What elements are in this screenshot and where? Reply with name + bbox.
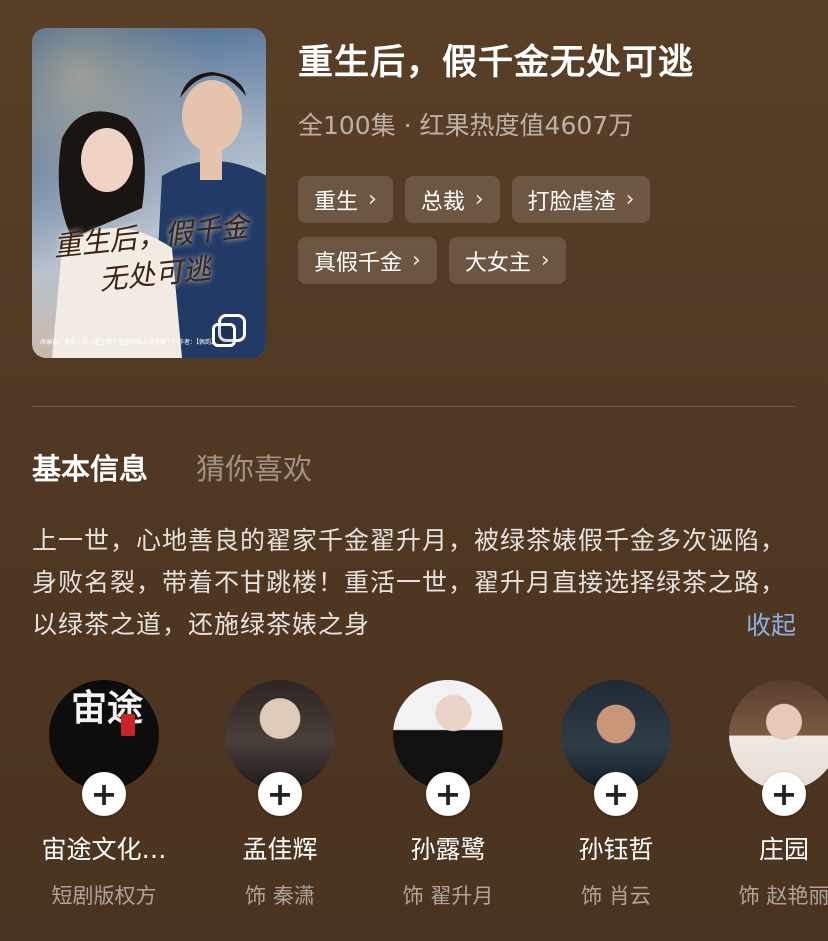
chevron-right-icon: › [368, 187, 377, 212]
section-divider [32, 406, 796, 407]
plus-icon[interactable]: + [594, 772, 638, 816]
cast-item[interactable]: + 孙钰哲 饰 肖云 [532, 680, 700, 910]
tag-chip[interactable]: 大女主 › [448, 237, 566, 284]
cast-name: 宙途文化… [41, 835, 167, 864]
cast-name: 孙钰哲 [578, 835, 654, 864]
tag-list: 重生 › 总裁 › 打脸虐渣 › 真假千金 › 大女主 › [298, 176, 718, 298]
tag-label: 总裁 [420, 189, 465, 215]
drama-title: 重生后，假千金无处可逃 [298, 43, 695, 83]
chevron-right-icon: › [625, 187, 635, 212]
tag-chip[interactable]: 打脸虐渣 › [511, 176, 651, 223]
plus-icon[interactable]: + [82, 772, 126, 816]
collapse-button[interactable]: 收起 [746, 606, 796, 642]
cast-role: 短剧版权方 [51, 884, 157, 908]
tag-label: 大女主 [464, 250, 531, 276]
cast-item[interactable]: + 孙露鹭 饰 翟升月 [364, 680, 532, 910]
cast-list[interactable]: 宙途 + 宙途文化… 短剧版权方 + 孟佳辉 饰 秦潇 + 孙露鹭 饰 翟升月 … [0, 680, 828, 920]
tab-basic-info[interactable]: 基本信息 [32, 446, 148, 488]
tag-label: 重生 [314, 189, 359, 215]
cast-name: 孙露鹭 [410, 835, 486, 864]
chevron-right-icon: › [540, 248, 550, 273]
tag-chip[interactable]: 重生 › [298, 176, 393, 223]
tag-label: 打脸虐渣 [527, 189, 616, 215]
plus-icon[interactable]: + [258, 772, 302, 816]
chevron-right-icon: › [474, 187, 484, 212]
cast-role: 饰 赵艳丽 [738, 884, 828, 908]
cast-role: 饰 翟升月 [402, 884, 494, 908]
chevron-right-icon: › [412, 248, 421, 273]
copy-icon [212, 314, 246, 347]
cast-role: 饰 秦潇 [245, 884, 315, 908]
cast-name: 庄园 [758, 835, 809, 864]
cast-item[interactable]: + 庄园 饰 赵艳丽 [700, 680, 828, 910]
tag-label: 真假千金 [314, 250, 403, 276]
cast-item[interactable]: 宙途 + 宙途文化… 短剧版权方 [20, 680, 188, 910]
drama-meta: 全100集 · 红果热度值4607万 [298, 111, 634, 140]
tag-chip[interactable]: 总裁 › [404, 176, 500, 223]
tab-recommendations[interactable]: 猜你喜欢 [196, 446, 312, 488]
drama-poster[interactable]: 重生后，假千金 无处可逃 改编自：番茄小说《重生真千金重燃家人设逆袭了》作者：【… [32, 28, 266, 358]
tag-chip[interactable]: 真假千金 › [298, 237, 437, 284]
plus-icon[interactable]: + [762, 772, 806, 816]
cast-item[interactable]: + 孟佳辉 饰 秦潇 [196, 680, 364, 910]
tab-bar: 基本信息 猜你喜欢 [32, 446, 312, 488]
seal-icon [121, 714, 135, 736]
plus-icon[interactable]: + [426, 772, 470, 816]
cast-role: 饰 肖云 [581, 884, 651, 908]
cast-name: 孟佳辉 [242, 835, 318, 864]
synopsis-text: 上一世，心地善良的翟家千金翟升月，被绿茶婊假千金多次诬陷，身败名裂，带着不甘跳楼… [32, 526, 787, 639]
